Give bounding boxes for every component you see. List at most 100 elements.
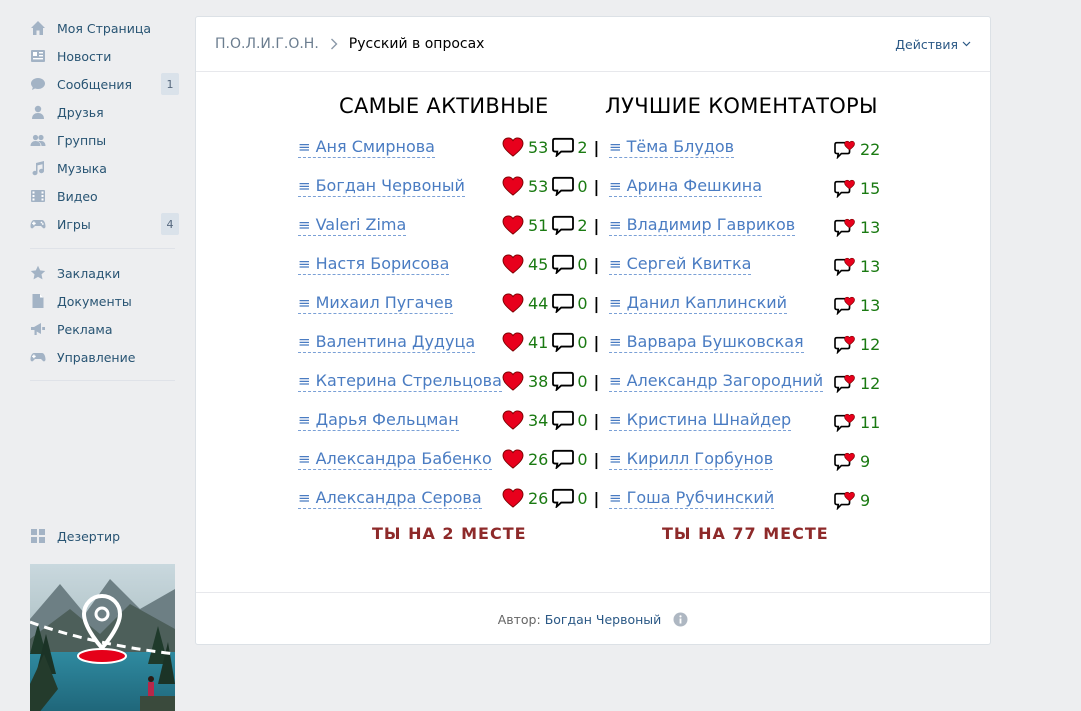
heart-comment-icon [834,451,856,472]
manage-icon [30,349,46,365]
sidebar-item-friends[interactable]: Друзья [24,98,179,126]
user-name-link[interactable]: ≡ Михаил Пугачев [298,293,454,314]
comment-score: 12 [860,373,881,393]
list-icon: ≡ [609,449,622,468]
user-name-link[interactable]: ≡ Александр Загородний [609,371,824,392]
user-name-link[interactable]: ≡ Аня Смирнова [298,137,435,158]
games-icon [30,216,46,232]
sidebar-item-app[interactable]: Дезертир [24,522,120,550]
comment-icon [552,449,575,471]
comment-score: 15 [860,178,881,198]
user-name-link[interactable]: ≡ Настя Борисова [298,254,450,275]
sidebar-item-news[interactable]: Новости [24,42,179,70]
commenter-stats: 12 [834,331,880,357]
heart-icon [502,176,524,196]
sidebar-item-label: Закладки [57,265,121,281]
documents-icon [30,293,46,309]
heart-icon [502,332,524,352]
list-icon: ≡ [298,176,311,195]
unread-count-badge[interactable]: 1 [161,73,179,95]
row-separator: | [593,410,600,430]
list-icon: ≡ [298,449,311,468]
app-widget-image[interactable] [30,564,175,711]
likes-count: 26 [528,488,549,508]
comment-score: 9 [860,451,871,471]
info-icon[interactable] [673,612,688,627]
user-name-link[interactable]: ≡ Арина Фешкина [609,175,763,197]
user-name-link[interactable]: ≡ Кристина Шнайдер [609,409,792,431]
breadcrumb-parent-link[interactable]: П.О.Л.И.Г.О.Н. [215,36,319,52]
breadcrumb: П.О.Л.И.Г.О.Н. Русский в опросах Действи… [196,17,990,72]
poll-results-card: П.О.Л.И.Г.О.Н. Русский в опросах Действи… [195,16,991,645]
author-link[interactable]: Богдан Червоный [545,612,662,627]
sidebar-item-music[interactable]: Музыка [24,154,179,182]
list-icon: ≡ [609,137,622,156]
news-icon [30,48,46,64]
likes-count: 34 [528,410,549,430]
commenter-row: ≡ Сергей Квитка [609,251,752,277]
user-name-link[interactable]: ≡ Валентина Дудуца [298,332,476,353]
list-icon: ≡ [298,371,311,390]
commenter-stats: 9 [834,487,870,513]
active-user-row: ≡ Михаил Пугачев [298,290,454,316]
user-name: Варвара Бушковская [626,331,804,351]
user-name-link[interactable]: ≡ Богдан Червоный [298,176,465,197]
row-separator: | [593,488,600,508]
list-icon: ≡ [609,332,622,351]
unread-count-badge[interactable]: 4 [161,213,179,235]
sidebar-item-home[interactable]: Моя Страница [24,14,179,42]
user-name-link[interactable]: ≡ Сергей Квитка [609,254,752,275]
groups-icon [30,132,46,148]
card-footer: Автор: Богдан Червоный [196,592,990,645]
heart-icon [502,254,524,274]
user-name-link[interactable]: ≡ Владимир Гавриков [609,215,796,236]
user-name-link[interactable]: ≡ Valeri Zima [298,215,407,236]
sidebar-item-groups[interactable]: Группы [24,126,179,154]
sidebar-item-games[interactable]: Игры 4 [24,210,179,238]
list-icon: ≡ [298,410,311,429]
user-name-link[interactable]: ≡ Катерина Стрельцова [298,371,502,392]
sidebar-item-manage[interactable]: Управление [24,343,179,371]
user-name-link[interactable]: ≡ Варвара Бушковская [609,332,804,353]
active-user-row: ≡ Valeri Zima [298,212,407,238]
user-name: Кирилл Горбунов [626,448,774,468]
active-user-stats: 45 0 | [502,251,599,277]
row-separator: | [593,293,600,313]
user-name-link[interactable]: ≡ Александра Серова [298,488,482,509]
user-name: Гоша Рубчинский [626,487,775,507]
actions-dropdown[interactable]: Действия [895,37,971,52]
sidebar-item-label: Игры [57,216,91,232]
actions-label: Действия [895,36,958,52]
list-icon: ≡ [298,293,311,312]
user-name-link[interactable]: ≡ Александра Бабенко [298,449,492,470]
comment-icon [552,176,575,198]
user-name-link[interactable]: ≡ Кирилл Горбунов [609,448,774,470]
commenter-row: ≡ Кристина Шнайдер [609,407,792,433]
likes-count: 44 [528,293,549,313]
heart-icon [502,488,524,508]
nav-divider [30,380,175,381]
user-name-link[interactable]: ≡ Гоша Рубчинский [609,487,775,509]
sidebar-item-bookmarks[interactable]: Закладки [24,259,179,287]
home-icon [30,20,46,36]
heart-icon [502,215,524,235]
user-name: Александра Бабенко [315,448,492,468]
user-name-link[interactable]: ≡ Дарья Фельцман [298,410,459,431]
user-name-link[interactable]: ≡ Данил Каплинский [609,293,788,314]
user-name-link[interactable]: ≡ Тёма Блудов [609,137,735,158]
author-label: Автор: [497,611,541,627]
user-name: Кристина Шнайдер [626,409,792,429]
user-name: Арина Фешкина [626,175,763,195]
heart-icon [502,371,524,391]
sidebar-item-label: Сообщения [57,76,133,92]
commenter-row: ≡ Тёма Блудов [609,134,735,160]
sidebar-item-ads[interactable]: Реклама [24,315,179,343]
sidebar-item-messages[interactable]: Сообщения 1 [24,70,179,98]
comments-count: 0 [577,254,588,274]
commenters-column-title: ЛУЧШИЕ КОМЕНТАТОРЫ [605,94,878,118]
comment-icon [552,215,575,237]
sidebar-item-documents[interactable]: Документы [24,287,179,315]
likes-count: 53 [528,137,549,157]
sidebar-item-video[interactable]: Видео [24,182,179,210]
active-user-row: ≡ Дарья Фельцман [298,407,459,433]
